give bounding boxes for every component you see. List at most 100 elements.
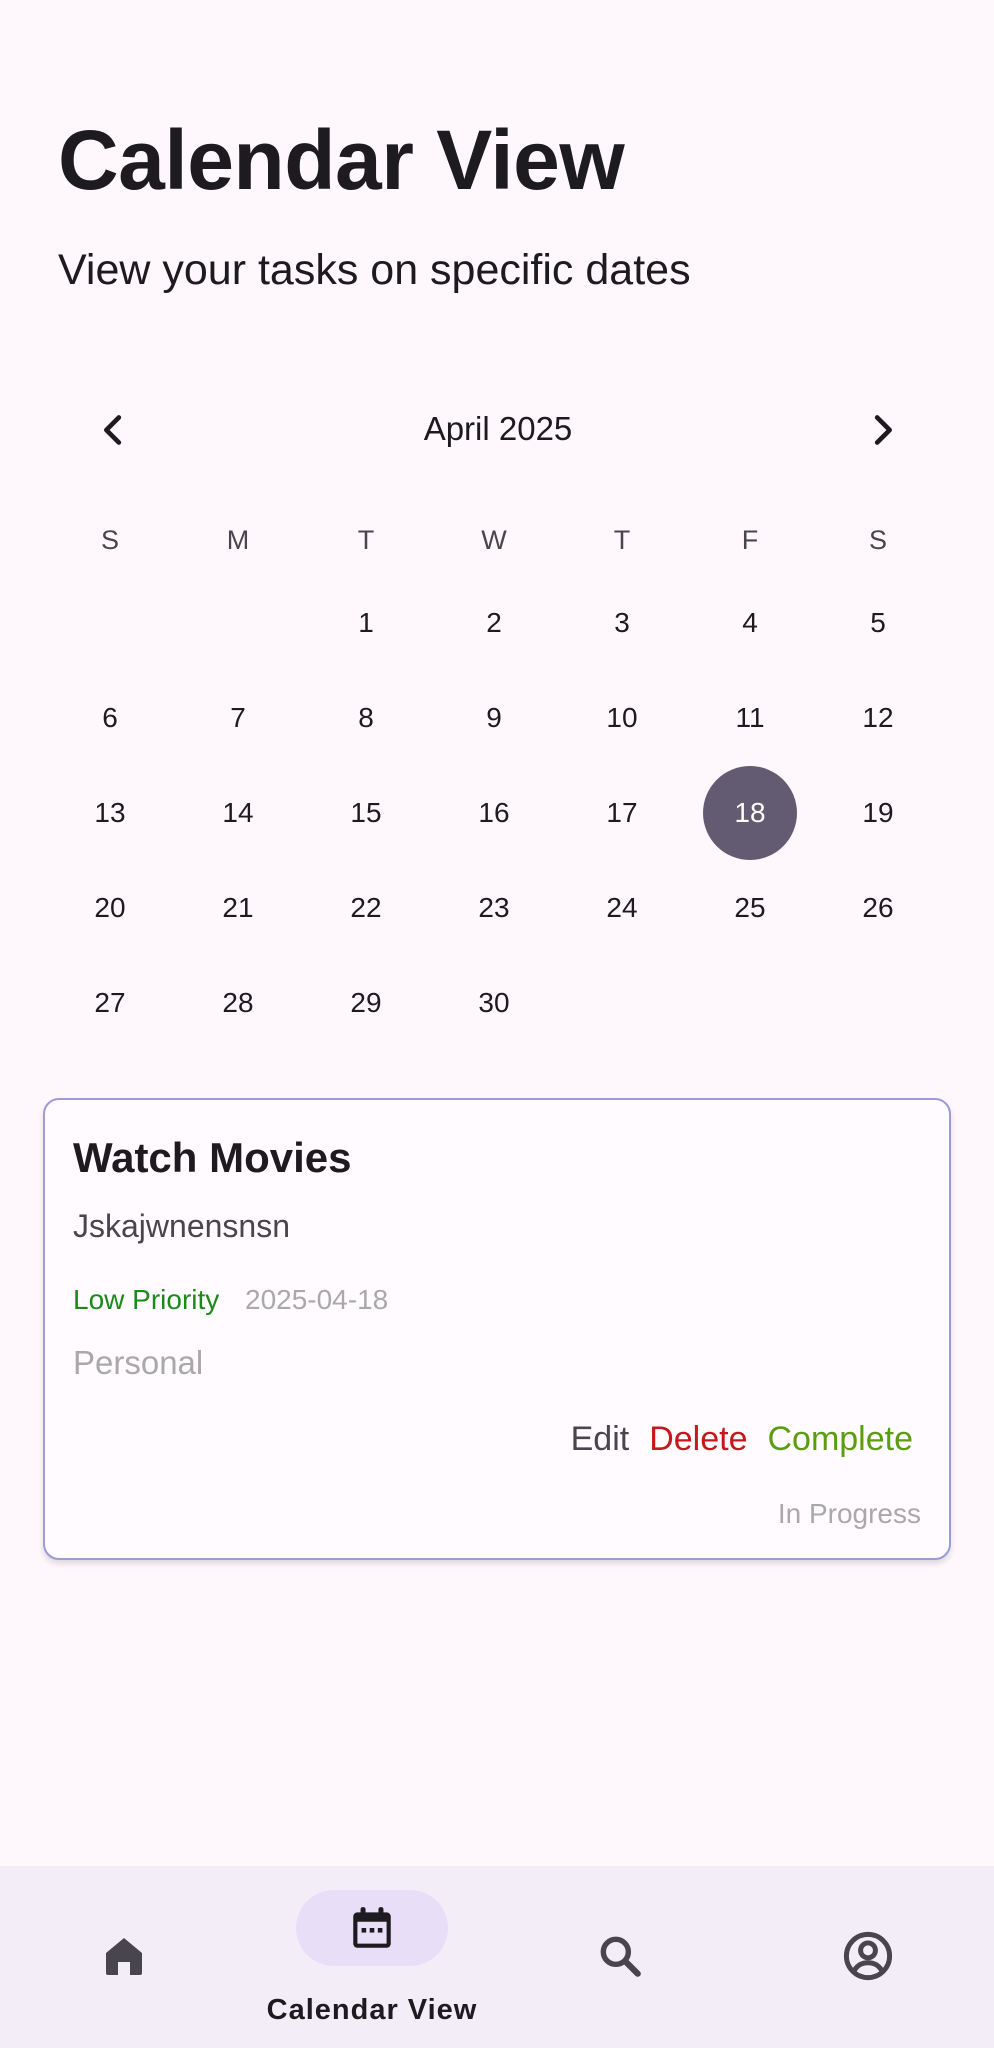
empty-day-cell xyxy=(686,955,814,1050)
page-subtitle: View your tasks on specific dates xyxy=(58,246,691,294)
day-number: 22 xyxy=(350,891,382,923)
day-number: 5 xyxy=(870,606,886,638)
day-cell[interactable]: 22 xyxy=(302,860,430,955)
day-cell[interactable]: 6 xyxy=(46,670,174,765)
nav-search[interactable] xyxy=(496,1890,744,2030)
day-cell[interactable]: 25 xyxy=(686,860,814,955)
nav-label-calendar-view: Calendar View xyxy=(266,1994,478,2026)
empty-day-cell xyxy=(558,955,686,1050)
day-cell[interactable]: 13 xyxy=(46,765,174,860)
day-cell[interactable]: 1 xyxy=(302,575,430,670)
weekday-header: T xyxy=(613,524,631,555)
day-number: 2 xyxy=(486,606,502,638)
task-date: 2025-04-18 xyxy=(245,1284,389,1315)
weekday-header: W xyxy=(481,524,507,555)
calendar-grid: S M T W T F S 1 2 3 4 5 6 7 8 9 10 11 12 13 14 15 16 17 18 19 20 21… xyxy=(46,505,942,1050)
day-number: 14 xyxy=(222,796,254,828)
task-actions: Edit Delete Complete xyxy=(571,1420,913,1459)
day-number: 4 xyxy=(742,606,758,638)
day-number: 6 xyxy=(102,701,118,733)
complete-button[interactable]: Complete xyxy=(767,1420,913,1459)
day-cell[interactable]: 30 xyxy=(430,955,558,1050)
day-cell[interactable]: 15 xyxy=(302,765,430,860)
calendar-screen: Calendar View View your tasks on specifi… xyxy=(0,0,994,2048)
calendar-header: April 2025 xyxy=(58,400,938,460)
day-cell[interactable]: 9 xyxy=(430,670,558,765)
day-number: 12 xyxy=(862,701,894,733)
day-number: 24 xyxy=(606,891,638,923)
day-number: 27 xyxy=(94,986,126,1018)
day-cell[interactable]: 3 xyxy=(558,575,686,670)
day-cell[interactable]: 14 xyxy=(174,765,302,860)
day-number: 17 xyxy=(606,796,638,828)
day-cell[interactable]: 7 xyxy=(174,670,302,765)
day-number: 18 xyxy=(703,765,797,860)
day-number: 28 xyxy=(222,986,254,1018)
edit-button[interactable]: Edit xyxy=(571,1420,630,1459)
day-number: 30 xyxy=(478,986,510,1018)
nav-profile[interactable] xyxy=(744,1890,992,2030)
day-cell[interactable]: 8 xyxy=(302,670,430,765)
task-title: Watch Movies xyxy=(73,1134,352,1181)
day-cell[interactable]: 11 xyxy=(686,670,814,765)
weekday-header: M xyxy=(226,524,250,555)
empty-day-cell xyxy=(46,575,174,670)
day-cell[interactable]: 4 xyxy=(686,575,814,670)
priority-label: Low Priority xyxy=(73,1284,220,1315)
delete-button[interactable]: Delete xyxy=(649,1420,747,1459)
day-number: 15 xyxy=(350,796,382,828)
task-description: Jskajwnensnsn xyxy=(73,1208,290,1244)
weekday-header: T xyxy=(357,524,375,555)
home-icon xyxy=(96,1928,152,1984)
next-month-button[interactable] xyxy=(828,400,938,460)
day-number: 16 xyxy=(478,796,510,828)
day-cell[interactable]: 12 xyxy=(814,670,942,765)
day-cell[interactable]: 19 xyxy=(814,765,942,860)
day-cell[interactable]: 27 xyxy=(46,955,174,1050)
task-category: Personal xyxy=(73,1344,204,1381)
weekday-header: S xyxy=(100,524,119,555)
day-cell[interactable]: 17 xyxy=(558,765,686,860)
day-cell[interactable]: 16 xyxy=(430,765,558,860)
day-number: 29 xyxy=(350,986,382,1018)
weekday-header: S xyxy=(868,524,887,555)
day-number: 11 xyxy=(735,701,765,733)
day-cell[interactable]: 24 xyxy=(558,860,686,955)
nav-calendar-view[interactable]: Calendar View xyxy=(248,1890,496,2030)
day-cell[interactable]: 5 xyxy=(814,575,942,670)
day-cell[interactable]: 28 xyxy=(174,955,302,1050)
month-label: April 2025 xyxy=(423,410,573,447)
day-number: 26 xyxy=(862,891,894,923)
day-cell[interactable]: 2 xyxy=(430,575,558,670)
active-indicator xyxy=(296,1890,448,1966)
calendar-icon xyxy=(353,1907,391,1948)
day-cell[interactable]: 26 xyxy=(814,860,942,955)
day-cell[interactable]: 20 xyxy=(46,860,174,955)
task-card[interactable]: Watch Movies Jskajwnensnsn Low Priority … xyxy=(43,1098,951,1560)
day-cell[interactable]: 23 xyxy=(430,860,558,955)
day-cell-selected[interactable]: 18 xyxy=(686,765,814,860)
search-icon xyxy=(592,1928,648,1984)
account-icon xyxy=(840,1928,896,1984)
day-number: 23 xyxy=(478,891,510,923)
nav-home[interactable] xyxy=(0,1890,248,2030)
day-number: 7 xyxy=(230,701,246,733)
weekday-header: F xyxy=(741,524,759,555)
day-number: 8 xyxy=(358,701,374,733)
day-number: 13 xyxy=(94,796,126,828)
day-number: 9 xyxy=(486,701,502,733)
day-number: 3 xyxy=(614,606,630,638)
day-number: 20 xyxy=(94,891,126,923)
day-number: 10 xyxy=(606,701,638,733)
page-title: Calendar View xyxy=(58,113,625,207)
day-cell[interactable]: 29 xyxy=(302,955,430,1050)
empty-day-cell xyxy=(174,575,302,670)
day-number: 25 xyxy=(734,891,766,923)
chevron-right-icon xyxy=(874,415,892,445)
day-number: 19 xyxy=(862,796,894,828)
bottom-navigation: Calendar View xyxy=(0,1866,994,2048)
day-cell[interactable]: 10 xyxy=(558,670,686,765)
day-cell[interactable]: 21 xyxy=(174,860,302,955)
day-number: 1 xyxy=(358,606,374,638)
empty-day-cell xyxy=(814,955,942,1050)
